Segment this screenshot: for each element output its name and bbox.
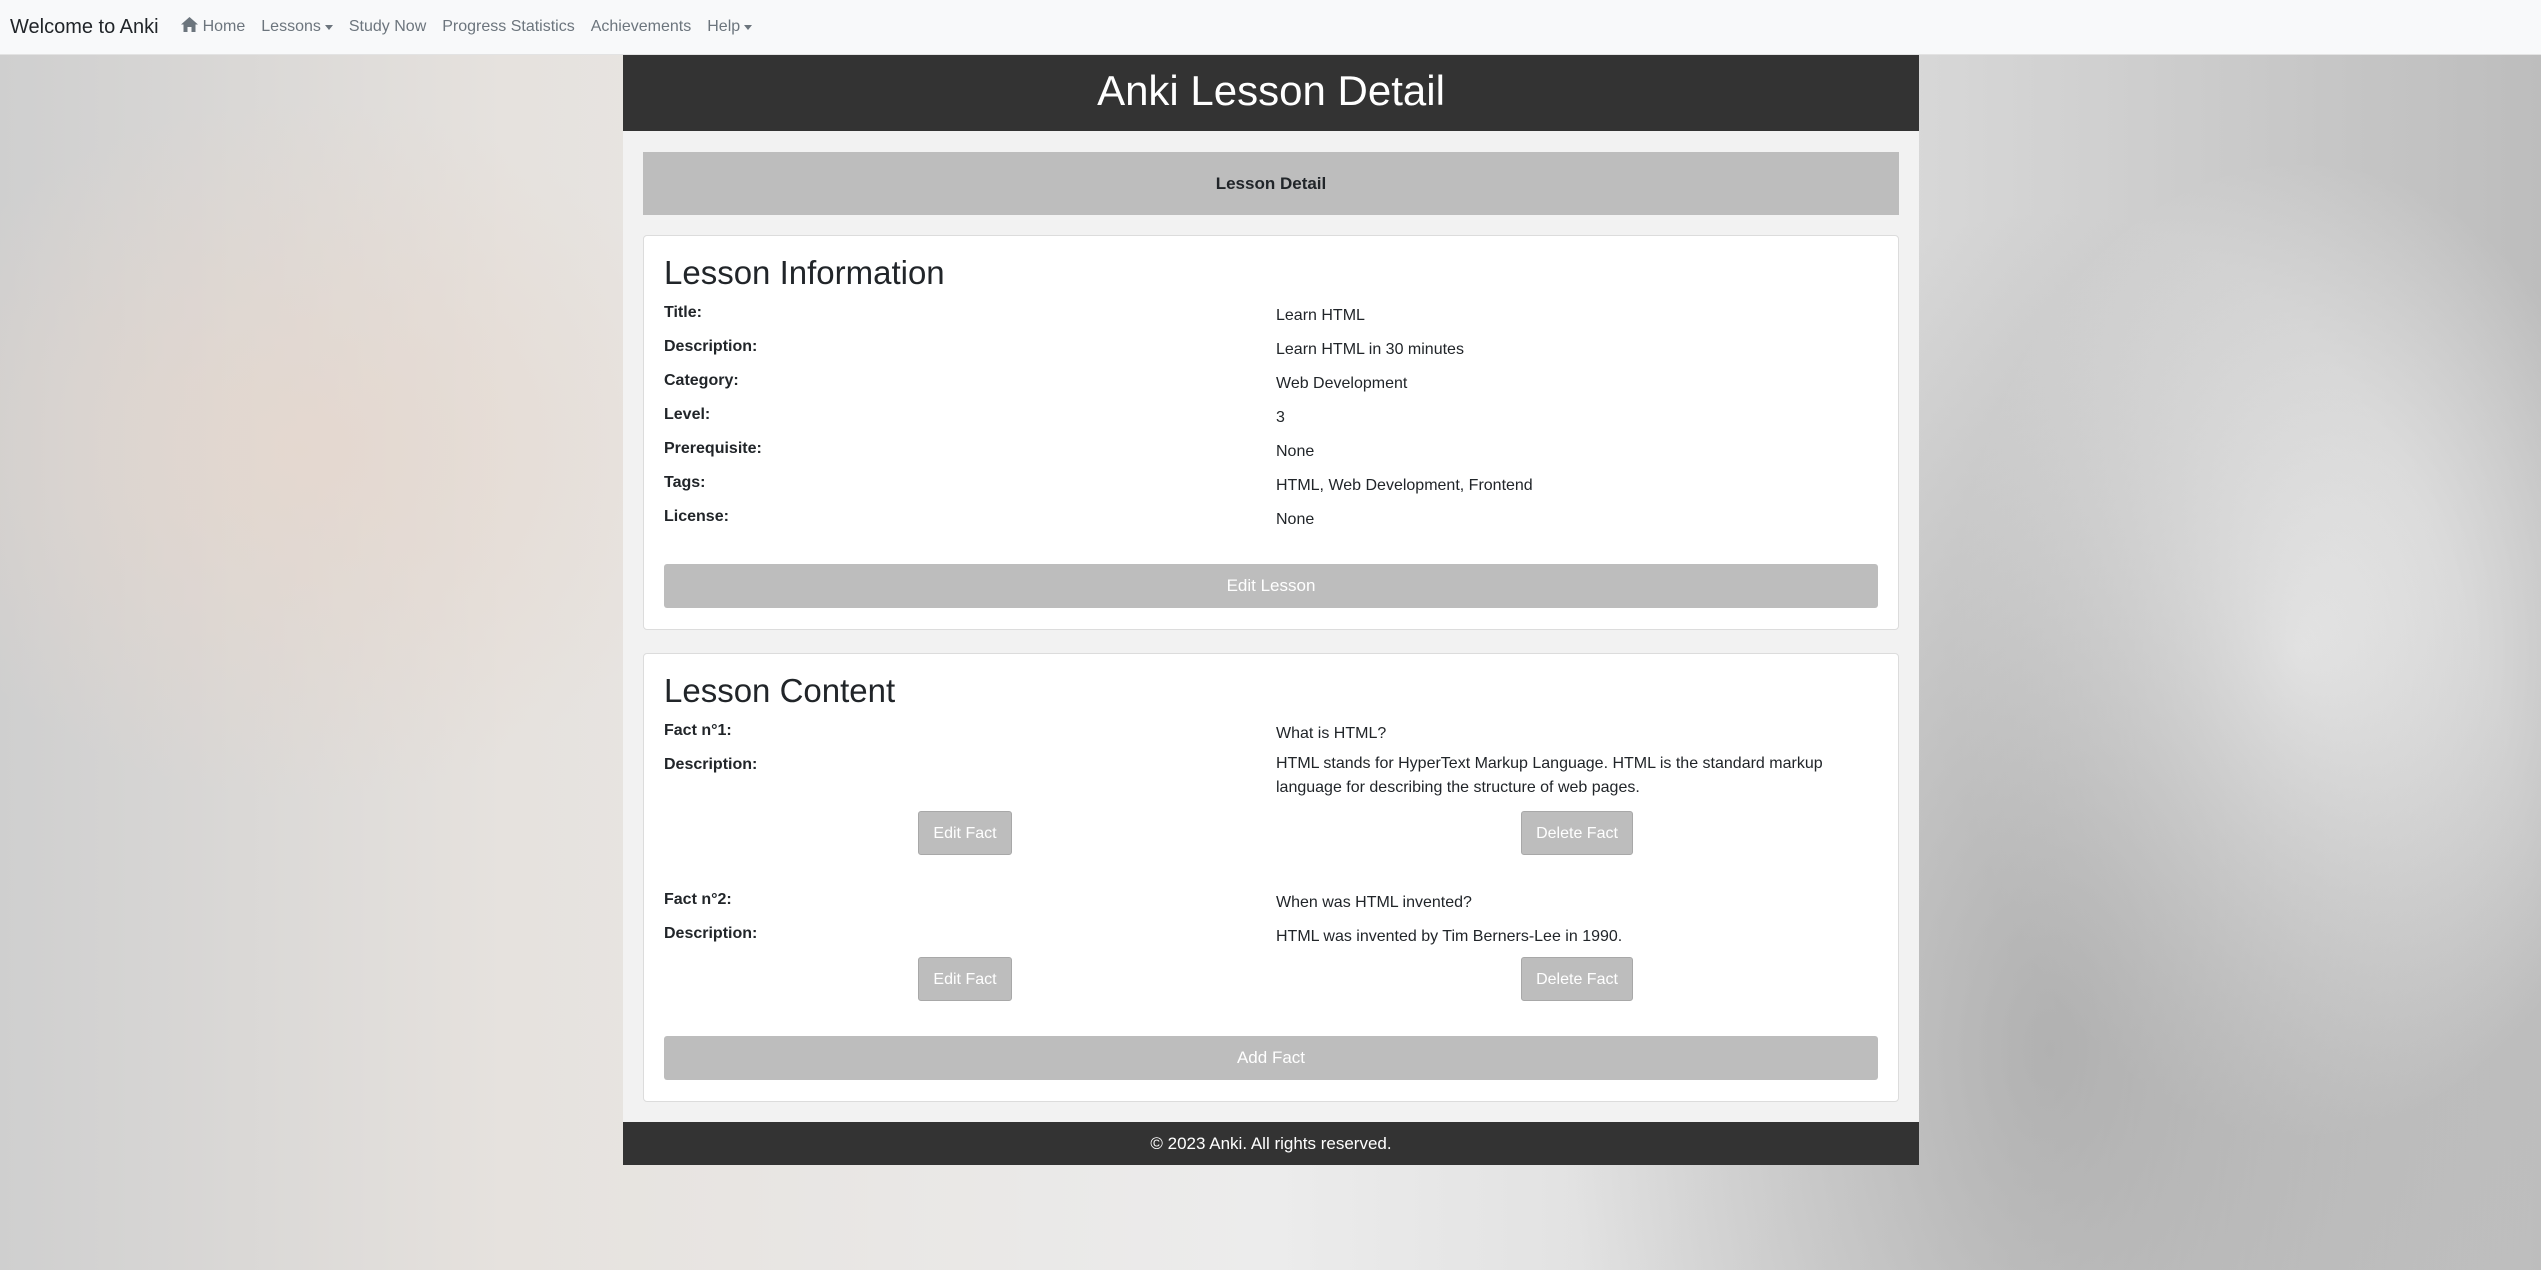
home-icon [180, 17, 198, 37]
description-label: Description: [664, 338, 758, 355]
prerequisite-value: None [1276, 443, 1315, 460]
delete-fact-1-button[interactable]: Delete Fact [1521, 811, 1633, 855]
main-container: Anki Lesson Detail Lesson Detail Lesson … [623, 55, 1919, 1165]
nav-home[interactable]: Home [180, 17, 246, 37]
lesson-information-card: Lesson Information Title: Learn HTML Des… [643, 235, 1899, 630]
nav-help-dropdown[interactable]: Help [707, 18, 753, 36]
level-label: Level: [664, 406, 711, 423]
title-value: Learn HTML [1276, 307, 1365, 324]
category-label: Category: [664, 372, 739, 389]
fact-2-description-value: HTML was invented by Tim Berners-Lee in … [1276, 928, 1623, 945]
fact-1-description-label: Description: [664, 756, 758, 773]
tags-label: Tags: [664, 474, 706, 491]
nav-achievements[interactable]: Achievements [591, 18, 692, 36]
level-value: 3 [1276, 409, 1285, 426]
fact-1-question: What is HTML? [1276, 725, 1387, 742]
nav-home-label: Home [202, 18, 246, 35]
nav-lessons-label: Lessons [261, 18, 321, 35]
license-value: None [1276, 511, 1315, 528]
lesson-content-card: Lesson Content Fact n°1: What is HTML? D… [643, 653, 1899, 1102]
section-bar: Lesson Detail [643, 152, 1899, 215]
edit-fact-1-button[interactable]: Edit Fact [918, 811, 1012, 855]
prerequisite-label: Prerequisite: [664, 440, 762, 457]
nav-study-now[interactable]: Study Now [349, 18, 426, 36]
page-title: Anki Lesson Detail [623, 55, 1919, 131]
add-fact-button[interactable]: Add Fact [664, 1036, 1878, 1080]
license-label: License: [664, 508, 729, 525]
fact-1-description-value: HTML stands for HyperText Markup Languag… [1276, 755, 1823, 796]
edit-fact-2-button[interactable]: Edit Fact [918, 957, 1012, 1001]
fact-1-label: Fact n°1: [664, 722, 732, 739]
edit-lesson-button[interactable]: Edit Lesson [664, 564, 1878, 608]
chevron-down-icon [744, 24, 753, 30]
footer: © 2023 Anki. All rights reserved. [623, 1122, 1919, 1165]
fact-2-label: Fact n°2: [664, 891, 732, 908]
lesson-content-heading: Lesson Content [664, 672, 896, 709]
delete-fact-2-button[interactable]: Delete Fact [1521, 957, 1633, 1001]
tags-value: HTML, Web Development, Frontend [1276, 477, 1533, 494]
nav-lessons-dropdown[interactable]: Lessons [261, 18, 333, 36]
navbar-brand[interactable]: Welcome to Anki [10, 16, 159, 39]
fact-2-question: When was HTML invented? [1276, 894, 1472, 911]
nav-help-label: Help [707, 18, 741, 35]
lesson-information-heading: Lesson Information [664, 254, 945, 291]
title-label: Title: [664, 304, 702, 321]
category-value: Web Development [1276, 375, 1408, 392]
chevron-down-icon [324, 24, 333, 30]
fact-2-description-label: Description: [664, 925, 758, 942]
top-navbar: Welcome to Anki Home Lessons Study Now P… [0, 0, 2541, 55]
description-value: Learn HTML in 30 minutes [1276, 341, 1464, 358]
nav-progress-statistics[interactable]: Progress Statistics [442, 18, 574, 36]
